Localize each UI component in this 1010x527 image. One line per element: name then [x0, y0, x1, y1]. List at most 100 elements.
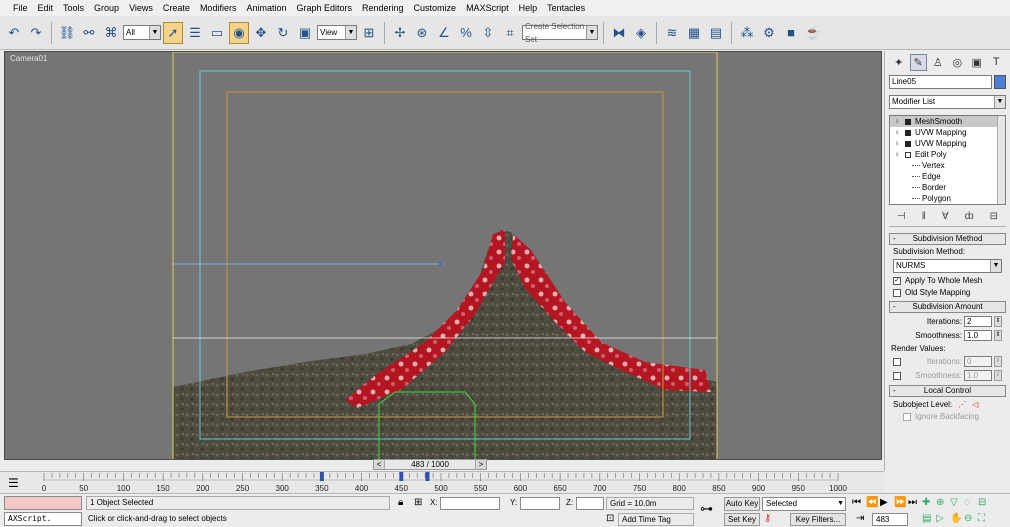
render-frame-icon[interactable]: ■	[781, 22, 801, 44]
rotate-icon[interactable]: ↻	[273, 22, 293, 44]
menu-group[interactable]: Group	[89, 0, 124, 16]
current-frame-field[interactable]: 483	[872, 513, 908, 526]
menu-modifiers[interactable]: Modifiers	[195, 0, 242, 16]
stack-modifier-item[interactable]: ♀ UVW Mapping	[890, 127, 1005, 138]
current-frame-label[interactable]: 483 / 1000	[384, 460, 476, 469]
create-tab-icon[interactable]: ✦	[890, 54, 907, 71]
maxscript-listener-top[interactable]	[4, 496, 82, 510]
zoom-all-icon[interactable]: ⊕	[936, 497, 944, 509]
dolly-icon[interactable]: ⊟	[978, 497, 986, 509]
ignore-backfacing-checkbox[interactable]: Ignore Backfacing	[903, 412, 1002, 421]
field-of-view-icon[interactable]: ▽	[950, 497, 958, 509]
add-time-tag[interactable]: Add Time Tag	[618, 513, 694, 526]
layer-manager-icon[interactable]: ≋	[662, 22, 682, 44]
pivot-icon[interactable]: ⊞	[359, 22, 379, 44]
bind-spacewarp-icon[interactable]: ⌘	[101, 22, 121, 44]
set-key-mode-icon[interactable]: ⊶	[700, 502, 713, 515]
iterations-field[interactable]: 2	[964, 316, 992, 327]
move-icon[interactable]: ✥	[251, 22, 271, 44]
curve-editor-icon[interactable]: ▦	[684, 22, 704, 44]
lightbulb-icon[interactable]: ♀	[894, 149, 904, 160]
spinner-arrows-icon[interactable]: ⇕	[994, 330, 1002, 341]
align-icon[interactable]: ◈	[631, 22, 651, 44]
key-marker[interactable]	[319, 472, 324, 481]
previous-frame-icon[interactable]: <	[374, 460, 384, 469]
pin-stack-icon[interactable]: ⊣	[897, 211, 906, 222]
apply-whole-mesh-checkbox[interactable]: ✓ Apply To Whole Mesh	[893, 276, 1002, 285]
z-coordinate-field[interactable]	[576, 497, 604, 510]
vertex-level-icon[interactable]: ⋰	[958, 400, 966, 409]
stack-modifier-item[interactable]: ♀ Edit Poly	[890, 149, 1005, 160]
key-filters-button[interactable]: Key Filters...	[790, 513, 846, 526]
hierarchy-tab-icon[interactable]: ♙	[929, 54, 946, 71]
select-by-name-icon[interactable]: ☰	[185, 22, 205, 44]
stack-modifier-item[interactable]: ♀ MeshSmooth	[890, 116, 1005, 127]
track-bar[interactable]: ☰ 0 50 100 150 200 250 300 350 400 450 500 550 600 65…	[0, 471, 884, 493]
subdivision-method-dropdown[interactable]: NURMS ▼	[893, 259, 1002, 273]
configure-sets-icon[interactable]: ⊟	[990, 211, 998, 222]
motion-tab-icon[interactable]: ◎	[949, 54, 966, 71]
show-end-result-icon[interactable]: ‖	[922, 211, 926, 222]
auto-key-button[interactable]: Auto Key	[724, 497, 760, 511]
spinner-arrows-icon[interactable]: ⇕	[994, 316, 1002, 327]
menu-tentacles[interactable]: Tentacles	[542, 0, 590, 16]
modifier-box-icon[interactable]	[905, 140, 911, 147]
time-slider[interactable]: < 483 / 1000 >	[373, 459, 487, 470]
collapse-box-icon[interactable]	[905, 151, 911, 158]
menu-tools[interactable]: Tools	[58, 0, 89, 16]
modifier-stack-scrollbar[interactable]	[997, 116, 1005, 204]
smoothness-field[interactable]: 1.0	[964, 330, 992, 341]
utilities-tab-icon[interactable]: T	[988, 54, 1005, 71]
rect-selection-icon[interactable]: ▭	[207, 22, 227, 44]
menu-animation[interactable]: Animation	[241, 0, 291, 16]
spinner-snap-icon[interactable]: ⇳	[478, 22, 498, 44]
unlink-icon[interactable]: ⚯	[79, 22, 99, 44]
schematic-icon[interactable]: ▤	[706, 22, 726, 44]
render-smoothness-field[interactable]: 1.0	[964, 370, 992, 381]
menu-maxscript[interactable]: MAXScript	[461, 0, 514, 16]
redo-icon[interactable]: ↷	[26, 22, 46, 44]
modifier-list-dropdown[interactable]: Modifier List ▼	[889, 95, 1006, 109]
orbit-subobject-icon[interactable]: ⊖	[964, 513, 972, 525]
named-selection-dropdown[interactable]: Create Selection Set ▼	[522, 22, 598, 44]
modifier-box-icon[interactable]	[905, 118, 911, 125]
menu-edit[interactable]: Edit	[33, 0, 59, 16]
modifier-box-icon[interactable]	[905, 129, 911, 136]
modifier-stack[interactable]: ♀ MeshSmooth ♀ UVW Mapping ♀ UVW Mapping ♀ Edit…	[889, 115, 1006, 205]
render-iterations-field[interactable]: 0	[964, 356, 992, 367]
scale-icon[interactable]: ▣	[295, 22, 315, 44]
menu-graph-editors[interactable]: Graph Editors	[291, 0, 357, 16]
subdivision-amount-rollout[interactable]: - Subdivision Amount	[889, 301, 1006, 313]
edit-named-sets-icon[interactable]: ⌗	[500, 22, 520, 44]
local-control-rollout[interactable]: - Local Control	[889, 385, 1006, 397]
quick-render-icon[interactable]: ☕	[803, 22, 823, 44]
lightbulb-icon[interactable]: ♀	[894, 138, 904, 149]
play-icon[interactable]: ▶	[880, 497, 888, 509]
select-icon[interactable]: ➚	[163, 21, 183, 44]
selection-filter-dropdown[interactable]: All ▼	[123, 25, 161, 40]
pan-icon[interactable]: ▷	[936, 513, 944, 525]
material-editor-icon[interactable]: ⁂	[737, 22, 757, 44]
y-coordinate-field[interactable]	[520, 497, 560, 510]
remove-modifier-icon[interactable]: ȸ	[965, 211, 974, 222]
modify-tab-icon[interactable]: ✎	[909, 53, 927, 71]
stack-subobject-item[interactable]: Polygon	[890, 193, 1005, 204]
stack-modifier-item[interactable]: ♀ UVW Mapping	[890, 138, 1005, 149]
reference-coordinate-dropdown[interactable]: View ▼	[317, 25, 357, 40]
subdivision-method-rollout[interactable]: - Subdivision Method	[889, 233, 1006, 245]
link-icon[interactable]: ⛓	[57, 22, 77, 44]
stack-subobject-item[interactable]: Vertex	[890, 160, 1005, 171]
set-key-icon[interactable]: ⚷	[764, 513, 771, 525]
stack-subobject-item[interactable]: Edge	[890, 171, 1005, 182]
display-tab-icon[interactable]: ▣	[968, 54, 985, 71]
make-unique-icon[interactable]: ∀	[942, 211, 949, 222]
next-frame-icon[interactable]: >	[476, 460, 486, 469]
viewport-label[interactable]: Camera01	[10, 54, 47, 63]
render-setup-icon[interactable]: ⚙	[759, 22, 779, 44]
window-crossing-icon[interactable]: ◉	[229, 21, 249, 44]
angle-snap-icon[interactable]: ∠	[434, 22, 454, 44]
orbit-icon[interactable]: ◌	[964, 497, 970, 509]
spinner-arrows-icon[interactable]: ⇕	[994, 370, 1002, 381]
key-selection-dropdown[interactable]: Selected ▼	[762, 497, 846, 511]
object-name-field[interactable]: Line05	[889, 75, 992, 89]
